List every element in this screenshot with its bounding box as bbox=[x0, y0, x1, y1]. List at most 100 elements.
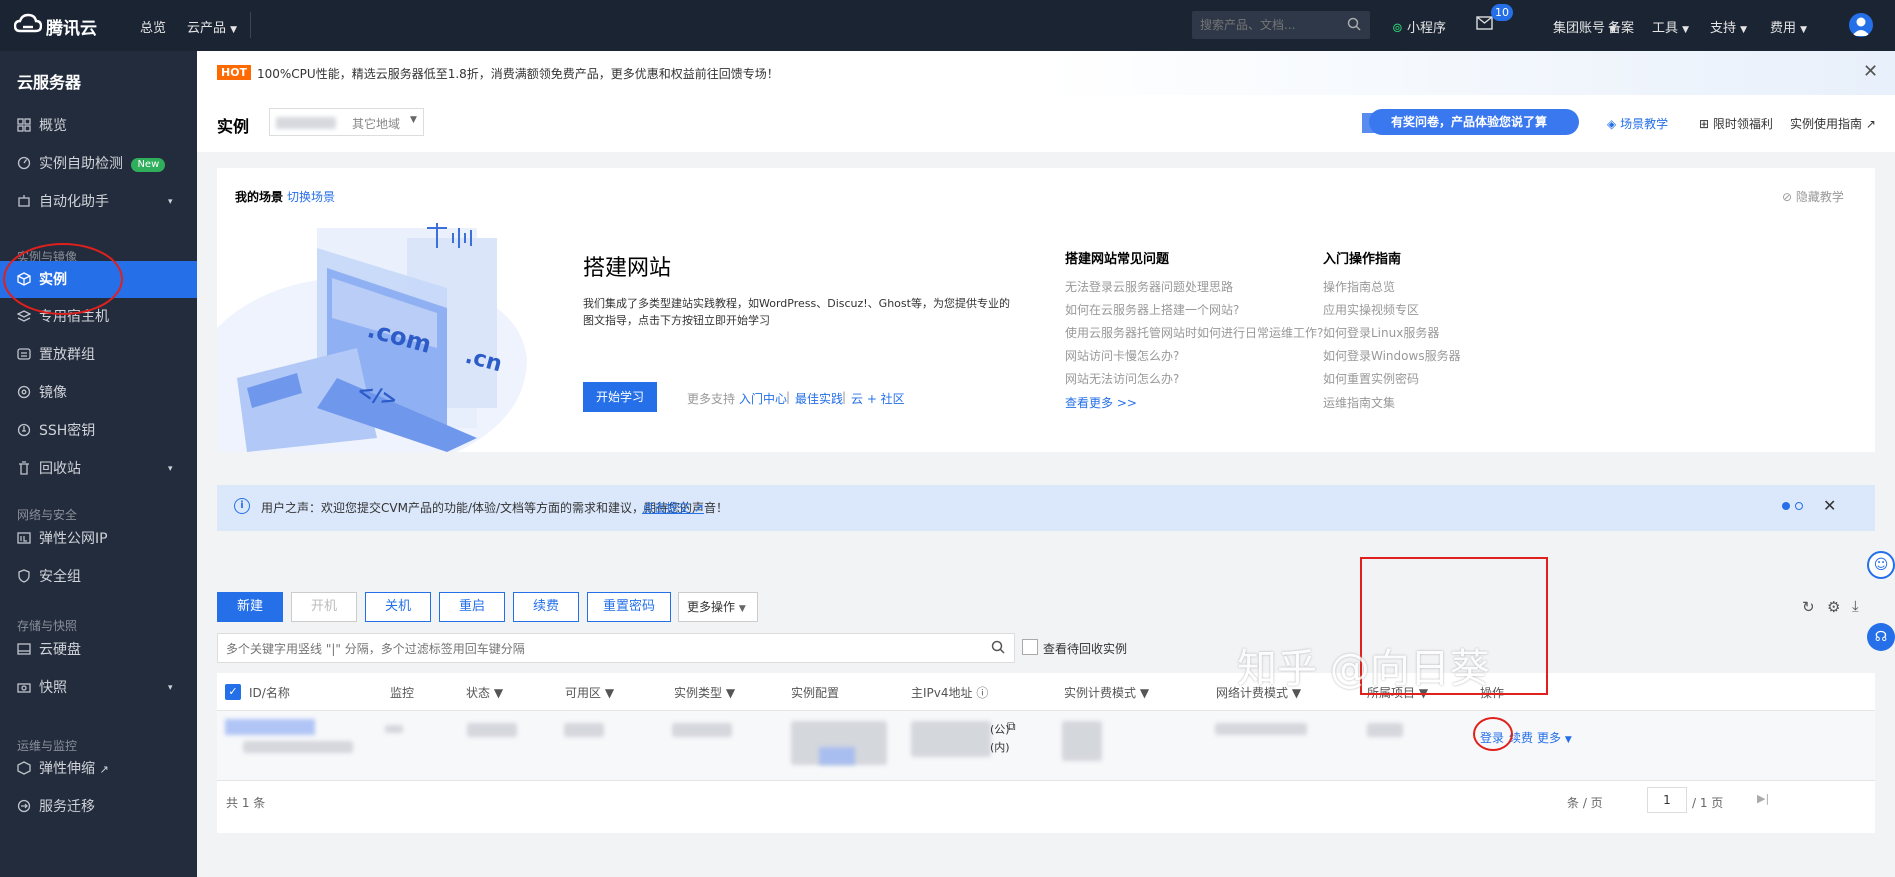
nav-overview[interactable]: 总览 bbox=[140, 17, 166, 36]
sidebar-item-cloud-disk[interactable]: 云硬盘 bbox=[0, 631, 197, 669]
guide-item[interactable]: 如何登录Linux服务器 bbox=[1323, 324, 1439, 341]
sidebar-item-overview[interactable]: 概览 bbox=[0, 107, 197, 145]
download-icon[interactable]: ⤓ bbox=[1852, 597, 1859, 615]
region-select[interactable]: 其它地域 ▼ bbox=[269, 108, 424, 136]
fees-menu[interactable]: 费用 ▼ bbox=[1770, 17, 1807, 36]
mail-icon[interactable] bbox=[1476, 16, 1493, 34]
logo-text[interactable]: 腾讯云 bbox=[46, 14, 97, 39]
faq-more-link[interactable]: 查看更多 >> bbox=[1065, 394, 1137, 411]
scene-tutorial-link[interactable]: ◈ 场景教学 bbox=[1607, 115, 1668, 132]
disc-icon bbox=[17, 376, 31, 399]
faq-item[interactable]: 网站访问卡慢怎么办? bbox=[1065, 347, 1179, 364]
sidebar-item-label: 安全组 bbox=[39, 569, 81, 585]
sidebar-item-ssh-key[interactable]: SSH密钥 bbox=[0, 412, 197, 450]
sidebar-item-label: 云硬盘 bbox=[39, 642, 81, 658]
sidebar-item-eip[interactable]: 弹性公网IP bbox=[0, 520, 197, 558]
miniprogram-link[interactable]: ⊚ 小程序 bbox=[1392, 17, 1446, 36]
new-instance-button[interactable]: 新建 bbox=[217, 592, 283, 622]
support-menu[interactable]: 支持 ▼ bbox=[1710, 17, 1747, 36]
reset-password-button[interactable]: 重置密码 bbox=[587, 592, 671, 622]
sidebar-item-security-group[interactable]: 安全组 bbox=[0, 558, 197, 596]
start-learning-button[interactable]: 开始学习 bbox=[583, 382, 657, 412]
faq-item[interactable]: 无法登录云服务器问题处理思路 bbox=[1065, 278, 1233, 295]
sidebar-item-auto-scaling[interactable]: 弹性伸缩 ↗ bbox=[0, 750, 197, 788]
guide-item[interactable]: 应用实操视频专区 bbox=[1323, 301, 1419, 318]
caret-down-icon: ▼ bbox=[1682, 25, 1690, 35]
headset-support-icon[interactable]: ☊ bbox=[1867, 623, 1895, 651]
filter-box[interactable] bbox=[217, 633, 1015, 663]
annotation-circle bbox=[3, 243, 123, 315]
copy-icon[interactable]: ⧉ bbox=[1007, 719, 1016, 734]
external-link-icon: ↗ bbox=[99, 763, 109, 776]
promo-banner[interactable]: HOT 100%CPU性能，精选云服务器低至1.8折，消费满额领免费产品，更多优… bbox=[197, 51, 1895, 95]
stop-button[interactable]: 关机 bbox=[365, 592, 431, 622]
col-status[interactable]: 状态 ▼ bbox=[466, 684, 503, 701]
sidebar-item-automation[interactable]: 自动化助手 ▾ bbox=[0, 183, 197, 221]
faq-item[interactable]: 使用云服务器托管网站时如何进行日常运维工作? bbox=[1065, 324, 1323, 341]
col-billing[interactable]: 实例计费模式 ▼ bbox=[1064, 684, 1149, 701]
sidebar-item-self-check[interactable]: 实例自助检测 New bbox=[0, 145, 197, 183]
col-instance-type[interactable]: 实例类型 ▼ bbox=[674, 684, 735, 701]
notice-submit-link[interactable]: 点击提交 ↗ bbox=[642, 499, 704, 516]
best-practice-link[interactable]: 最佳实践 bbox=[795, 390, 843, 407]
beian-link[interactable]: 备案 bbox=[1608, 17, 1634, 36]
sidebar-item-migration[interactable]: 服务迁移 bbox=[0, 788, 197, 826]
settings-gear-icon[interactable]: ⚙ bbox=[1827, 598, 1840, 616]
community-link[interactable]: 云 + 社区 bbox=[851, 390, 905, 407]
carousel-dot-active[interactable] bbox=[1782, 502, 1790, 510]
guide-item[interactable]: 操作指南总览 bbox=[1323, 278, 1395, 295]
smile-feedback-icon[interactable]: ☺ bbox=[1867, 551, 1895, 579]
faq-item[interactable]: 网站无法访问怎么办? bbox=[1065, 370, 1179, 387]
disk-icon bbox=[17, 633, 31, 655]
restart-button[interactable]: 重启 bbox=[439, 592, 505, 622]
guide-link[interactable]: 实例使用指南 ↗ bbox=[1790, 115, 1876, 132]
notice-submit-label: 点击提交 bbox=[642, 501, 691, 515]
limited-benefit-link[interactable]: ⊞ 限时领福利 bbox=[1699, 115, 1773, 132]
group-account-menu[interactable]: 集团账号 ▼ bbox=[1553, 17, 1616, 36]
refresh-icon[interactable]: ↻ bbox=[1802, 598, 1815, 616]
entry-center-link[interactable]: 入门中心 bbox=[739, 390, 787, 407]
more-actions-dropdown[interactable]: 更多操作 ▼ bbox=[678, 592, 758, 622]
chevron-down-icon: ▾ bbox=[168, 464, 173, 474]
sidebar-item-recycle-bin[interactable]: 回收站 ▾ bbox=[0, 450, 197, 488]
search-icon[interactable] bbox=[991, 640, 1006, 659]
start-button[interactable]: 开机 bbox=[291, 592, 357, 622]
sidebar-item-placement-group[interactable]: 置放群组 bbox=[0, 336, 197, 374]
row-more-menu[interactable]: 更多 ▼ bbox=[1537, 729, 1572, 746]
faq-item[interactable]: 如何在云服务器上搭建一个网站? bbox=[1065, 301, 1239, 318]
switch-scene-link[interactable]: 切换场景 bbox=[287, 188, 335, 205]
caret-down-icon: ▼ bbox=[230, 25, 238, 35]
promo-text[interactable]: 100%CPU性能，精选云服务器低至1.8折，消费满额领免费产品，更多优惠和权益… bbox=[257, 65, 779, 82]
filter-input[interactable] bbox=[226, 640, 966, 658]
tools-label: 工具 bbox=[1652, 21, 1679, 36]
table-row[interactable]: (公) (内) ⧉ 登录 续费 更多 ▼ bbox=[217, 711, 1875, 781]
avatar[interactable] bbox=[1849, 13, 1873, 37]
col-zone-label: 可用区 bbox=[565, 686, 602, 700]
last-page-icon[interactable]: ▶| bbox=[1757, 792, 1769, 805]
search-icon[interactable] bbox=[1347, 17, 1362, 36]
sidebar-item-image[interactable]: 镜像 bbox=[0, 374, 197, 412]
select-all-checkbox[interactable]: ✓ bbox=[225, 684, 241, 700]
caret-down-icon: ▼ bbox=[1740, 25, 1748, 35]
renew-button[interactable]: 续费 bbox=[513, 592, 579, 622]
col-zone[interactable]: 可用区 ▼ bbox=[565, 684, 614, 701]
guide-item[interactable]: 如何登录Windows服务器 bbox=[1323, 347, 1461, 364]
tools-menu[interactable]: 工具 ▼ bbox=[1652, 17, 1689, 36]
search-box[interactable] bbox=[1192, 11, 1370, 39]
sidebar-item-snapshot[interactable]: 快照 ▾ bbox=[0, 669, 197, 707]
hide-tutorial-link[interactable]: ⊘ 隐藏教学 bbox=[1782, 188, 1844, 205]
tencent-cloud-logo-icon[interactable] bbox=[13, 13, 43, 35]
close-icon[interactable]: ✕ bbox=[1863, 61, 1878, 82]
nav-products[interactable]: 云产品 ▼ bbox=[187, 17, 237, 36]
page-input[interactable]: 1 bbox=[1647, 787, 1687, 813]
separator: | bbox=[842, 390, 847, 404]
close-icon[interactable]: ✕ bbox=[1823, 496, 1836, 515]
carousel-dot[interactable] bbox=[1795, 502, 1803, 510]
survey-button[interactable]: 有奖问卷，产品体验您说了算 bbox=[1369, 109, 1579, 135]
per-page-label: 条 / 页 bbox=[1567, 796, 1603, 810]
recycle-checkbox[interactable] bbox=[1022, 639, 1038, 655]
guide-item[interactable]: 运维指南文集 bbox=[1323, 394, 1395, 411]
guide-item[interactable]: 如何重置实例密码 bbox=[1323, 370, 1419, 387]
search-input[interactable] bbox=[1200, 16, 1340, 34]
info-circle-icon: ⓘ bbox=[976, 686, 989, 700]
